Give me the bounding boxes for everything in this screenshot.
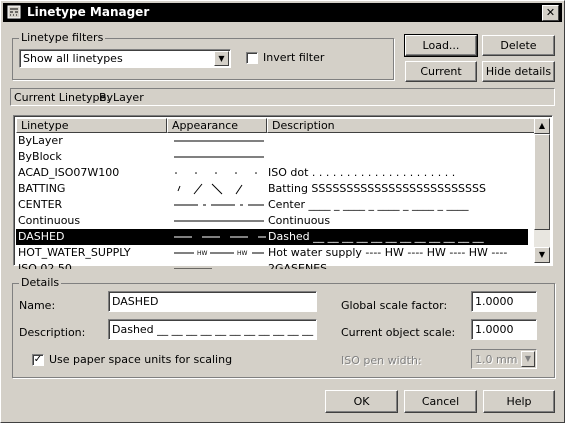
column-header-linetype[interactable]: Linetype: [16, 118, 167, 133]
ok-button[interactable]: OK: [325, 390, 398, 413]
filter-select-value: Show all linetypes: [23, 52, 123, 65]
table-row[interactable]: ByLayer: [16, 133, 528, 149]
help-button-label: Help: [506, 395, 532, 408]
table-row[interactable]: ISO 02 50 2GASENES: [16, 261, 528, 269]
table-row[interactable]: ACAD_ISO07W100 ISO dot . . . . . . . . . …: [16, 165, 528, 181]
name-label: Name:: [19, 299, 56, 312]
ok-button-label: OK: [353, 395, 370, 408]
table-row[interactable]: HOT_WATER_SUPPLY HW HW Hot water supply ---…: [16, 245, 528, 261]
object-scale-value: 1.0000: [475, 323, 514, 336]
delete-button-label: Delete: [500, 39, 537, 52]
paper-space-checkbox[interactable]: ✓: [32, 354, 44, 366]
hide-details-button-label: Hide details: [485, 65, 552, 78]
scroll-down-button[interactable]: ▼: [534, 247, 550, 263]
window-title: Linetype Manager: [27, 5, 150, 19]
vertical-scrollbar[interactable]: ▲ ▼: [534, 118, 550, 263]
current-linetype-value: ByLayer: [99, 91, 144, 104]
linetype-description: Dashed __ __ __ __ __ __ __ __ __ __ __ …: [268, 230, 484, 243]
description-label: Description:: [19, 326, 86, 339]
column-header-label: Appearance: [172, 119, 239, 132]
table-row[interactable]: ByBlock: [16, 149, 528, 165]
table-row[interactable]: BATTING Batting SSSSSSSSSSSSSSSSSSSSSSSSS: [16, 181, 528, 197]
iso-pen-dropdown-button[interactable]: ▼: [521, 351, 535, 367]
linetype-manager-dialog: Linetype Manager ✕ Linetype filters Show…: [0, 0, 565, 423]
object-scale-field[interactable]: 1.0000: [471, 319, 537, 340]
arrow-down-icon: ▼: [538, 250, 546, 259]
checkmark-icon: ✓: [33, 354, 43, 365]
linetype-description: Center ____ _ ____ _ ____ _ ____ _ ____: [268, 198, 469, 211]
table-row[interactable]: Continuous Continuous: [16, 213, 528, 229]
linetype-name: ACAD_ISO07W100: [18, 166, 120, 179]
column-header-label: Linetype: [21, 119, 69, 132]
iso-pen-value: 1.0 mm: [475, 353, 518, 366]
iso-pen-label: ISO pen width:: [341, 354, 422, 367]
iso-pen-select[interactable]: 1.0 mm ▼: [471, 349, 537, 369]
name-field-value: DASHED: [112, 295, 159, 308]
linetype-appearance: [172, 261, 268, 269]
linetype-description: Batting SSSSSSSSSSSSSSSSSSSSSSSSS: [268, 182, 486, 195]
load-button-label: Load...: [422, 39, 460, 52]
details-label: Details: [19, 276, 62, 289]
title-bar[interactable]: Linetype Manager ✕: [3, 3, 562, 22]
linetype-description: Hot water supply ---- HW ---- HW ---- HW…: [268, 246, 508, 259]
linetype-list[interactable]: Linetype Appearance Description ByLayer B…: [13, 115, 553, 269]
global-scale-value: 1.0000: [475, 295, 514, 308]
linetype-name: BATTING: [18, 182, 66, 195]
description-field[interactable]: Dashed __ __ __ __ __ __ __ __ __ __ __: [108, 319, 317, 340]
cancel-button[interactable]: Cancel: [404, 390, 477, 413]
linetype-description: Continuous: [268, 214, 331, 227]
scroll-up-button[interactable]: ▲: [534, 118, 550, 134]
list-header: Linetype Appearance Description: [16, 118, 538, 133]
name-field[interactable]: DASHED: [108, 291, 317, 312]
close-icon: ✕: [545, 6, 556, 19]
chevron-down-icon: ▼: [524, 354, 532, 363]
invert-filter-checkbox[interactable]: [246, 52, 258, 64]
linetype-name: HOT_WATER_SUPPLY: [18, 246, 131, 259]
column-header-label: Description: [272, 119, 335, 132]
filter-select[interactable]: Show all linetypes ▼: [19, 49, 231, 68]
hide-details-button[interactable]: Hide details: [482, 61, 555, 82]
current-button[interactable]: Current: [405, 61, 477, 82]
linetype-name: ByBlock: [18, 150, 62, 163]
linetype-filters-label: Linetype filters: [19, 31, 106, 44]
svg-text:HW: HW: [237, 250, 248, 257]
scroll-thumb[interactable]: [534, 134, 550, 230]
table-row[interactable]: DASHED Dashed __ __ __ __ __ __ __ __ __ …: [16, 229, 528, 245]
global-scale-label: Global scale factor:: [341, 299, 448, 312]
filter-dropdown-button[interactable]: ▼: [214, 51, 229, 66]
app-icon: [7, 5, 21, 19]
linetype-name: DASHED: [18, 230, 65, 243]
global-scale-field[interactable]: 1.0000: [471, 291, 537, 312]
linetype-description: ISO dot . . . . . . . . . . . . . . . . …: [268, 166, 456, 179]
load-button[interactable]: Load...: [404, 34, 478, 57]
linetype-description: 2GASENES: [268, 262, 328, 269]
current-linetype-bar: Current Linetype: ByLayer: [10, 88, 555, 106]
current-linetype-label: Current Linetype:: [14, 91, 111, 104]
column-header-description[interactable]: Description: [267, 118, 538, 133]
help-button[interactable]: Help: [483, 390, 555, 413]
current-button-label: Current: [420, 65, 462, 78]
svg-text:HW: HW: [197, 250, 208, 257]
close-button[interactable]: ✕: [542, 5, 559, 21]
cancel-button-label: Cancel: [421, 395, 460, 408]
linetype-name: Continuous: [18, 214, 81, 227]
object-scale-label: Current object scale:: [341, 326, 456, 339]
arrow-up-icon: ▲: [538, 121, 546, 130]
delete-button[interactable]: Delete: [482, 35, 555, 56]
linetype-name: ISO 02 50: [18, 262, 72, 269]
invert-filter-label[interactable]: Invert filter: [263, 51, 324, 64]
column-header-appearance[interactable]: Appearance: [167, 118, 267, 133]
linetype-name: ByLayer: [18, 134, 63, 147]
paper-space-label[interactable]: Use paper space units for scaling: [49, 353, 232, 366]
chevron-down-icon: ▼: [218, 54, 225, 63]
linetype-name: CENTER: [18, 198, 63, 211]
description-field-value: Dashed __ __ __ __ __ __ __ __ __ __ __: [112, 323, 314, 336]
table-row[interactable]: CENTER Center ____ _ ____ _ ____ _ ____ _…: [16, 197, 528, 213]
